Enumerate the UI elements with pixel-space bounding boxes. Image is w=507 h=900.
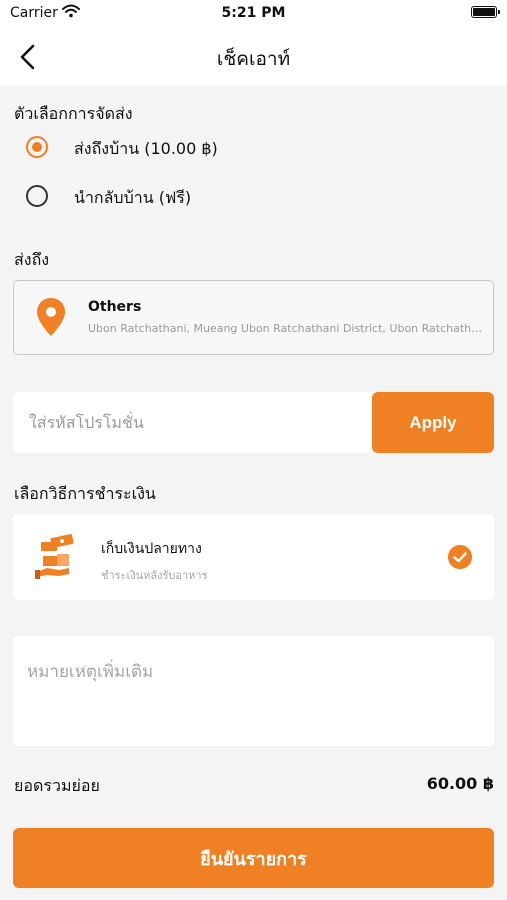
apply-button[interactable]: Apply bbox=[372, 392, 494, 453]
delivery-option-label: นำกลับบ้าน (ฟรี) bbox=[74, 188, 192, 207]
payment-subtitle: ชำระเงินหลังรับอาหาร bbox=[101, 569, 208, 582]
payment-method-label: เลือกวิธีการชำระเงิน bbox=[14, 484, 156, 503]
address-detail: Ubon Ratchathani, Mueang Ubon Ratchathan… bbox=[88, 322, 483, 335]
delivery-option-label: ส่งถึงบ้าน (10.00 ฿) bbox=[74, 139, 218, 158]
confirm-order-button[interactable]: ยืนยันรายการ bbox=[13, 828, 494, 888]
clock: 5:21 PM bbox=[221, 5, 286, 21]
cash-on-delivery-icon bbox=[35, 534, 74, 579]
subtotal-label: ยอดรวมย่อย bbox=[14, 776, 100, 795]
page-title: เช็คเอาท์ bbox=[216, 48, 291, 70]
note-box bbox=[13, 636, 494, 746]
delivery-option-home[interactable]: ส่งถึงบ้าน (10.00 ฿) bbox=[26, 131, 326, 163]
delivery-option-pickup[interactable]: นำกลับบ้าน (ฟรี) bbox=[26, 180, 326, 212]
ship-to-label: ส่งถึง bbox=[14, 250, 50, 269]
subtotal-row: ยอดรวมย่อย 60.00 ฿ bbox=[14, 774, 494, 798]
location-pin-icon bbox=[37, 298, 65, 336]
delivery-options-label: ตัวเลือกการจัดส่ง bbox=[14, 104, 133, 123]
nav-bar: เช็คเอาท์ bbox=[0, 28, 507, 86]
promo-code-input[interactable] bbox=[13, 392, 372, 453]
payment-title: เก็บเงินปลายทาง bbox=[101, 541, 202, 557]
note-textarea[interactable] bbox=[13, 636, 494, 746]
payment-option-cod[interactable]: เก็บเงินปลายทาง ชำระเงินหลังรับอาหาร bbox=[13, 514, 494, 600]
radio-selected-icon[interactable] bbox=[26, 136, 48, 158]
status-bar: Carrier 5:21 PM bbox=[0, 0, 507, 28]
subtotal-value: 60.00 ฿ bbox=[426, 774, 494, 793]
check-circle-icon bbox=[448, 545, 472, 569]
address-card[interactable]: Others Ubon Ratchathani, Mueang Ubon Rat… bbox=[13, 280, 494, 355]
promo-box: Apply bbox=[13, 392, 494, 453]
radio-unselected-icon[interactable] bbox=[26, 185, 48, 207]
address-title: Others bbox=[88, 299, 142, 315]
battery-icon bbox=[471, 6, 500, 18]
